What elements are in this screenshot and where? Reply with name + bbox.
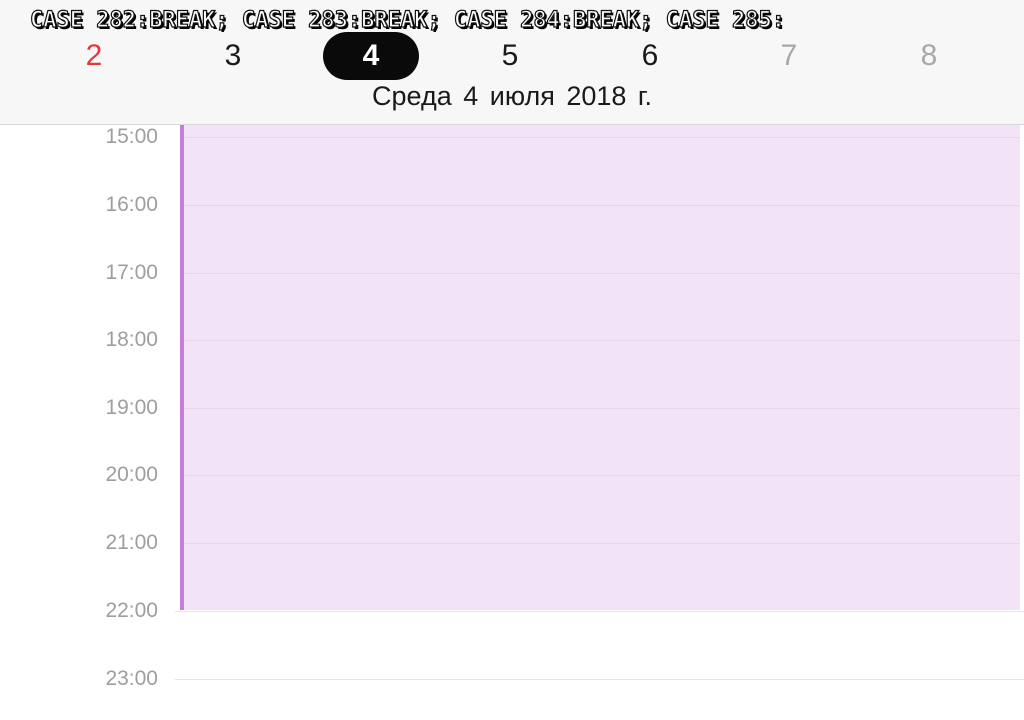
day-timeline[interactable]: 15:00 16:00 17:00 18:00 19:00 20:00 21:0… <box>0 125 1024 720</box>
hour-divider-23 <box>175 679 1024 680</box>
calendar-day-view: CASE 282:BREAK; CASE 283:BREAK; CASE 284… <box>0 0 1024 720</box>
hour-label-23: 23:00 <box>105 667 158 690</box>
hour-divider-22 <box>175 611 1024 612</box>
day-cell-7[interactable]: 7 <box>741 32 837 80</box>
event-hour-divider <box>184 137 1020 138</box>
event-hour-divider <box>184 273 1020 274</box>
event-block[interactable] <box>180 125 1020 610</box>
event-hour-divider <box>184 340 1020 341</box>
event-hour-divider <box>184 205 1020 206</box>
day-cell-4-selected[interactable]: 4 <box>323 32 419 80</box>
calendar-header: CASE 282:BREAK; CASE 283:BREAK; CASE 284… <box>0 0 1024 125</box>
hour-label-21: 21:00 <box>105 531 158 554</box>
event-hour-divider <box>184 475 1020 476</box>
day-cell-6[interactable]: 6 <box>602 32 698 80</box>
hour-label-16: 16:00 <box>105 193 158 216</box>
day-cell-5[interactable]: 5 <box>462 32 558 80</box>
day-cell-3[interactable]: 3 <box>185 32 281 80</box>
hour-label-18: 18:00 <box>105 328 158 351</box>
event-hour-divider <box>184 543 1020 544</box>
hour-label-17: 17:00 <box>105 261 158 284</box>
hour-label-15: 15:00 <box>105 125 158 148</box>
selected-date-title: Среда 4 июля 2018 г. <box>372 81 652 111</box>
event-hour-divider <box>184 408 1020 409</box>
hour-label-20: 20:00 <box>105 463 158 486</box>
day-cell-2[interactable]: 2 <box>46 32 142 80</box>
day-cell-8[interactable]: 8 <box>881 32 977 80</box>
week-day-strip: 2 3 4 5 6 7 8 <box>0 32 1024 80</box>
hour-label-19: 19:00 <box>105 396 158 419</box>
overlay-caption-text: CASE 282:BREAK; CASE 283:BREAK; CASE 284… <box>30 8 786 34</box>
hour-label-22: 22:00 <box>105 599 158 622</box>
